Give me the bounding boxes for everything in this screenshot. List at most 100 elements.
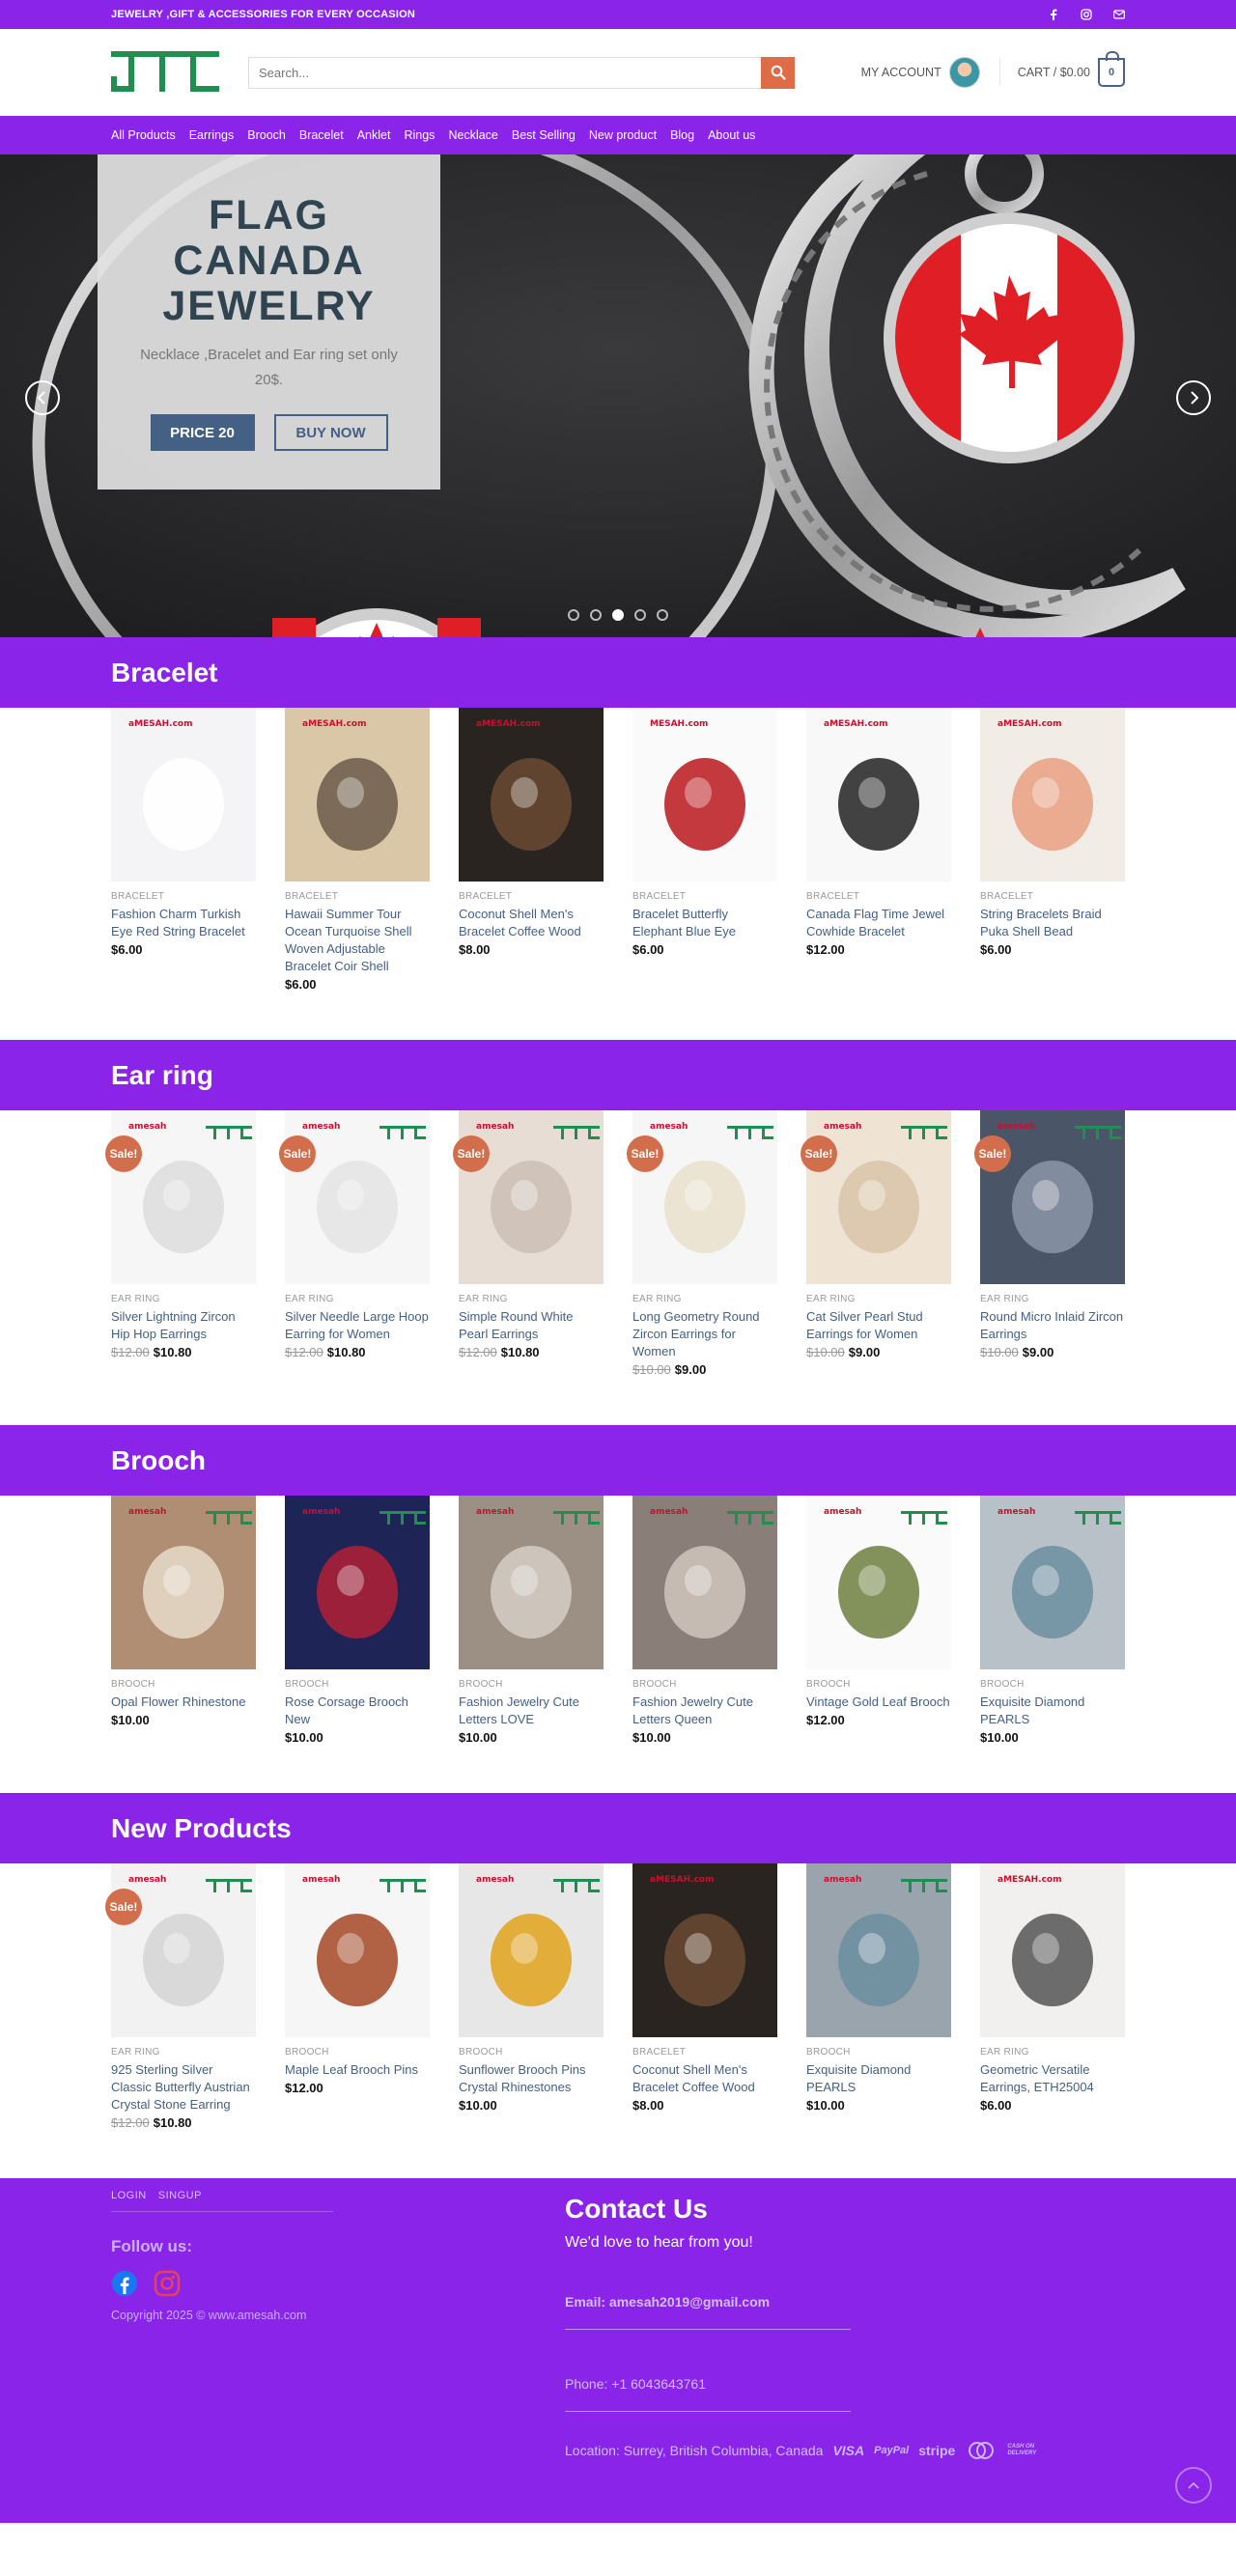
product-category[interactable]: BRACELET: [806, 891, 951, 902]
product-image[interactable]: amesah: [111, 1110, 256, 1284]
product-name[interactable]: Coconut Shell Men's Bracelet Coffee Wood: [459, 906, 604, 940]
slider-dot[interactable]: [657, 609, 668, 621]
product-image[interactable]: amesah: [285, 1496, 430, 1669]
product-name[interactable]: Silver Lightning Zircon Hip Hop Earrings: [111, 1308, 256, 1343]
product-image[interactable]: amesah: [285, 1863, 430, 2037]
product-card[interactable]: amesah BROOCH Fashion Jewelry Cute Letters…: [459, 1496, 604, 1745]
price-button[interactable]: PRICE 20: [150, 414, 255, 451]
product-card[interactable]: amesah Sale! EAR RING Cat Silver Pearl Stu…: [801, 1110, 951, 1377]
back-to-top-button[interactable]: [1175, 2467, 1212, 2504]
product-category[interactable]: EAR RING: [111, 2047, 256, 2058]
product-card[interactable]: amesah BROOCH Exquisite Diamond PEARLS $10.…: [806, 1863, 951, 2130]
product-category[interactable]: BROOCH: [285, 2047, 430, 2058]
contact-email[interactable]: Email: amesah2019@gmail.com: [565, 2294, 851, 2330]
product-image[interactable]: aMESAH.com: [980, 708, 1125, 882]
product-card[interactable]: aMESAH.com BRACELET String Bracelets Brai…: [980, 708, 1125, 992]
product-name[interactable]: Coconut Shell Men's Bracelet Coffee Wood: [632, 2061, 777, 2096]
nav-brooch[interactable]: Brooch: [247, 128, 286, 142]
product-card[interactable]: aMESAH.com BRACELET Hawaii Summer Tour Oce…: [285, 708, 430, 992]
product-category[interactable]: BRACELET: [632, 891, 777, 902]
product-image[interactable]: aMESAH.com: [806, 708, 951, 882]
product-card[interactable]: aMESAH.com BRACELET Canada Flag Time Jewel…: [806, 708, 951, 992]
product-image[interactable]: amesah: [459, 1863, 604, 2037]
product-name[interactable]: Round Micro Inlaid Zircon Earrings: [980, 1308, 1125, 1343]
contact-phone[interactable]: Phone: +1 6043643761: [565, 2376, 851, 2412]
product-card[interactable]: aMESAH.com BRACELET Coconut Shell Men's Br…: [632, 1863, 777, 2130]
nav-new-product[interactable]: New product: [589, 128, 657, 142]
product-category[interactable]: EAR RING: [806, 1294, 951, 1304]
product-name[interactable]: Silver Needle Large Hoop Earring for Wom…: [285, 1308, 430, 1343]
product-category[interactable]: EAR RING: [632, 1294, 777, 1304]
product-image[interactable]: amesah: [980, 1110, 1125, 1284]
nav-rings[interactable]: Rings: [404, 128, 435, 142]
product-card[interactable]: amesah BROOCH Fashion Jewelry Cute Letters…: [632, 1496, 777, 1745]
product-card[interactable]: amesah BROOCH Vintage Gold Leaf Brooch $12.…: [806, 1496, 951, 1745]
instagram-icon[interactable]: [1081, 9, 1092, 20]
product-name[interactable]: Fashion Jewelry Cute Letters Queen: [632, 1694, 777, 1728]
product-category[interactable]: BROOCH: [980, 1679, 1125, 1690]
product-category[interactable]: BROOCH: [459, 2047, 604, 2058]
product-card[interactable]: amesah BROOCH Opal Flower Rhinestone $10.00: [111, 1496, 256, 1745]
product-name[interactable]: Exquisite Diamond PEARLS: [980, 1694, 1125, 1728]
instagram-icon[interactable]: [154, 2270, 181, 2297]
product-card[interactable]: amesah Sale! EAR RING Silver Needle Large H…: [279, 1110, 430, 1377]
nav-blog[interactable]: Blog: [670, 128, 694, 142]
buy-now-button[interactable]: BUY NOW: [273, 414, 388, 451]
product-name[interactable]: Bracelet Butterfly Elephant Blue Eye: [632, 906, 777, 940]
nav-about-us[interactable]: About us: [708, 128, 755, 142]
product-card[interactable]: amesah Sale! EAR RING Round Micro Inlaid Zi…: [974, 1110, 1125, 1377]
product-name[interactable]: Geometric Versatile Earrings, ETH25004: [980, 2061, 1125, 2096]
product-category[interactable]: BROOCH: [459, 1679, 604, 1690]
nav-earrings[interactable]: Earrings: [189, 128, 235, 142]
product-card[interactable]: amesah BROOCH Exquisite Diamond PEARLS $10.…: [980, 1496, 1125, 1745]
product-image[interactable]: amesah: [806, 1496, 951, 1669]
product-image[interactable]: amesah: [285, 1110, 430, 1284]
product-name[interactable]: Fashion Jewelry Cute Letters LOVE: [459, 1694, 604, 1728]
nav-bracelet[interactable]: Bracelet: [299, 128, 344, 142]
product-category[interactable]: EAR RING: [980, 1294, 1125, 1304]
search-button[interactable]: [761, 56, 795, 89]
product-category[interactable]: BROOCH: [806, 2047, 951, 2058]
email-icon[interactable]: [1113, 9, 1125, 20]
product-category[interactable]: EAR RING: [111, 1294, 256, 1304]
product-image[interactable]: aMESAH.com: [980, 1863, 1125, 2037]
product-card[interactable]: amesah Sale! EAR RING Simple Round White Pe…: [453, 1110, 604, 1377]
product-image[interactable]: amesah: [980, 1496, 1125, 1669]
product-name[interactable]: Canada Flag Time Jewel Cowhide Bracelet: [806, 906, 951, 940]
product-card[interactable]: amesah Sale! EAR RING Silver Lightning Zirc…: [105, 1110, 256, 1377]
product-name[interactable]: Vintage Gold Leaf Brooch: [806, 1694, 951, 1711]
nav-all-products[interactable]: All Products: [111, 128, 176, 142]
product-category[interactable]: BRACELET: [285, 891, 430, 902]
signup-link[interactable]: SINGUP: [158, 2190, 202, 2201]
product-card[interactable]: MESAH.com BRACELET Bracelet Butterfly Elep…: [632, 708, 777, 992]
product-category[interactable]: BROOCH: [806, 1679, 951, 1690]
slider-next-button[interactable]: [1176, 380, 1211, 415]
site-logo[interactable]: [111, 51, 219, 94]
facebook-icon[interactable]: [111, 2270, 138, 2297]
slider-dot[interactable]: [568, 609, 579, 621]
cart-link[interactable]: CART / $0.00 0: [1018, 51, 1125, 87]
my-account-link[interactable]: MY ACCOUNT: [861, 57, 980, 88]
product-card[interactable]: amesah BROOCH Maple Leaf Brooch Pins $12.00: [285, 1863, 430, 2130]
product-image[interactable]: amesah: [632, 1496, 777, 1669]
product-image[interactable]: amesah: [632, 1110, 777, 1284]
product-image[interactable]: amesah: [459, 1110, 604, 1284]
slider-dot[interactable]: [634, 609, 646, 621]
product-category[interactable]: EAR RING: [285, 1294, 430, 1304]
slider-dot[interactable]: [590, 609, 602, 621]
slider-prev-button[interactable]: [25, 380, 60, 415]
slider-dot-active[interactable]: [612, 609, 624, 621]
product-name[interactable]: 925 Sterling Silver Classic Butterfly Au…: [111, 2061, 256, 2114]
nav-anklet[interactable]: Anklet: [357, 128, 391, 142]
product-name[interactable]: Exquisite Diamond PEARLS: [806, 2061, 951, 2096]
product-image[interactable]: MESAH.com: [632, 708, 777, 882]
nav-necklace[interactable]: Necklace: [448, 128, 497, 142]
product-name[interactable]: Opal Flower Rhinestone: [111, 1694, 256, 1711]
product-card[interactable]: amesah BROOCH Sunflower Brooch Pins Crysta…: [459, 1863, 604, 2130]
product-category[interactable]: BRACELET: [632, 2047, 777, 2058]
product-image[interactable]: aMESAH.com: [285, 708, 430, 882]
product-category[interactable]: EAR RING: [980, 2047, 1125, 2058]
search-input[interactable]: [248, 56, 761, 89]
product-card[interactable]: aMESAH.com EAR RING Geometric Versatile Ea…: [980, 1863, 1125, 2130]
product-name[interactable]: Sunflower Brooch Pins Crystal Rhinestone…: [459, 2061, 604, 2096]
